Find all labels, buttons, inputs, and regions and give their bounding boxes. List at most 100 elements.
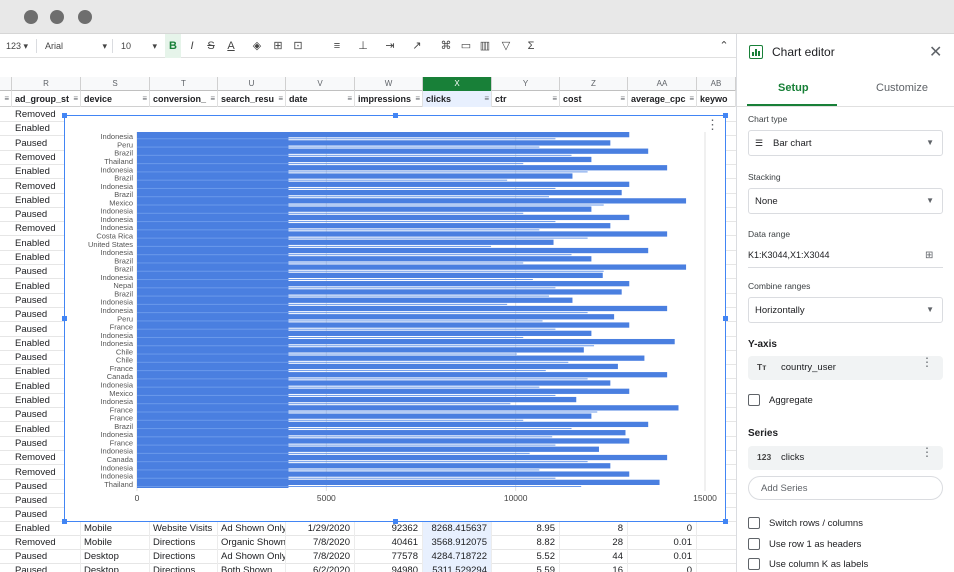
cell-status[interactable]: Paused: [12, 550, 81, 564]
bar[interactable]: [137, 181, 630, 187]
collapse-toolbar-icon[interactable]: ⌃: [716, 34, 732, 58]
filter-icon[interactable]: ▽: [498, 34, 514, 58]
cell-status[interactable]: Removed: [12, 222, 64, 236]
filter-icon[interactable]: ≡: [278, 91, 283, 107]
cell-cost[interactable]: 16: [560, 564, 628, 572]
bar[interactable]: [137, 297, 573, 303]
column-letter-t[interactable]: T: [150, 77, 218, 91]
cell-average-cpc[interactable]: 0.01: [628, 536, 697, 550]
cell-status[interactable]: Paused: [12, 564, 81, 572]
y-axis-chip[interactable]: Tт country_user ⋮: [748, 356, 943, 380]
filter-icon[interactable]: ≡: [689, 91, 694, 107]
cell-average-cpc[interactable]: 0: [628, 522, 697, 536]
header-clicks[interactable]: clicks ≡: [423, 91, 492, 107]
cell-conversion[interactable]: Directions: [150, 550, 218, 564]
bar[interactable]: [137, 281, 630, 287]
cell-device[interactable]: Mobile: [81, 522, 150, 536]
cell-conversion[interactable]: Website Visits: [150, 522, 218, 536]
bar[interactable]: [137, 231, 668, 237]
cell-device[interactable]: Mobile: [81, 536, 150, 550]
bar[interactable]: [137, 247, 649, 254]
cell-cost[interactable]: 8: [560, 522, 628, 536]
close-icon[interactable]: ✕: [929, 42, 942, 62]
more-vert-icon[interactable]: ⋮: [921, 356, 933, 368]
stacking-select[interactable]: None ▼: [748, 188, 943, 214]
bar[interactable]: [137, 438, 630, 444]
bold-icon[interactable]: B: [165, 34, 181, 58]
corner-cell[interactable]: [0, 77, 12, 91]
resize-handle[interactable]: [723, 113, 728, 118]
bar[interactable]: [137, 330, 592, 336]
cell-status[interactable]: Enabled: [12, 423, 64, 437]
cell-status[interactable]: Enabled: [12, 394, 64, 408]
bar[interactable]: [137, 173, 573, 179]
cell-status[interactable]: Paused: [12, 294, 64, 308]
header-cost[interactable]: cost ≡: [560, 91, 628, 107]
column-letter-aa[interactable]: AA: [628, 77, 697, 91]
cell-impressions[interactable]: 40461: [355, 536, 423, 550]
cell-status[interactable]: Paused: [12, 494, 64, 508]
bar[interactable]: [137, 479, 660, 485]
bar[interactable]: [137, 446, 599, 452]
text-rotation-icon[interactable]: ↗: [409, 34, 425, 58]
bar[interactable]: [137, 338, 675, 345]
bar[interactable]: [137, 372, 668, 378]
strikethrough-icon[interactable]: S: [203, 34, 219, 58]
text-wrap-icon[interactable]: ⇥: [382, 34, 398, 58]
bar[interactable]: [137, 198, 687, 204]
bar[interactable]: [137, 396, 577, 403]
cell-average-cpc[interactable]: 0: [628, 564, 697, 572]
cell-status[interactable]: Paused: [12, 508, 64, 522]
bar[interactable]: [137, 256, 592, 262]
filter-icon[interactable]: ≡: [142, 91, 147, 107]
window-zoom-dot[interactable]: [78, 10, 92, 24]
cell-status[interactable]: Paused: [12, 351, 64, 365]
header-date[interactable]: date ≡: [286, 91, 355, 107]
cell-average-cpc[interactable]: 0.01: [628, 550, 697, 564]
cell-ctr[interactable]: 5.59: [492, 564, 560, 572]
cell-ctr[interactable]: 8.82: [492, 536, 560, 550]
header-average-cpc[interactable]: average_cpc ≡: [628, 91, 697, 107]
cell-status[interactable]: Enabled: [12, 237, 64, 251]
cell-date[interactable]: 7/8/2020: [286, 550, 355, 564]
cell-status[interactable]: Paused: [12, 480, 64, 494]
bar[interactable]: [137, 148, 649, 154]
more-vert-icon[interactable]: ⋮: [921, 446, 933, 458]
tab-setup[interactable]: Setup: [778, 82, 809, 94]
cell-impressions[interactable]: 94980: [355, 564, 423, 572]
tab-customize[interactable]: Customize: [876, 82, 928, 94]
cell-device[interactable]: Desktop: [81, 550, 150, 564]
resize-handle[interactable]: [62, 113, 67, 118]
cell-clicks[interactable]: 4284.718722: [423, 550, 492, 564]
select-range-grid-icon[interactable]: ⊞: [925, 250, 933, 261]
italic-icon[interactable]: I: [184, 34, 200, 58]
bar[interactable]: [137, 272, 603, 279]
header-conversion[interactable]: conversion_ ≡: [150, 91, 218, 107]
resize-handle[interactable]: [723, 316, 728, 321]
combine-ranges-select[interactable]: Horizontally ▼: [748, 297, 943, 323]
cell-status[interactable]: Paused: [12, 323, 64, 337]
bar[interactable]: [137, 314, 615, 320]
filter-icon[interactable]: ≡: [415, 91, 420, 107]
cell-status[interactable]: Paused: [12, 265, 64, 279]
resize-handle[interactable]: [723, 519, 728, 524]
filter-icon[interactable]: ≡: [552, 91, 557, 107]
bar[interactable]: [137, 322, 630, 328]
number-format-button[interactable]: 123 ▾: [6, 34, 28, 58]
cell-status[interactable]: Enabled: [12, 251, 64, 265]
header-ctr[interactable]: ctr ≡: [492, 91, 560, 107]
functions-icon[interactable]: Σ: [523, 34, 539, 58]
cell-conversion[interactable]: Directions: [150, 536, 218, 550]
header-search-result[interactable]: search_resu ≡: [218, 91, 286, 107]
header-impressions[interactable]: impressions ≡: [355, 91, 423, 107]
insert-chart-icon[interactable]: ▥: [477, 34, 493, 58]
cell-device[interactable]: Desktop: [81, 564, 150, 572]
aggregate-checkbox[interactable]: [748, 394, 760, 406]
insert-comment-icon[interactable]: ▭: [458, 34, 474, 58]
cell-status[interactable]: Removed: [12, 180, 64, 194]
bar[interactable]: [137, 380, 611, 386]
column-letter-w[interactable]: W: [355, 77, 423, 91]
cell-search-result[interactable]: Ad Shown Only: [218, 522, 286, 536]
column-letter-u[interactable]: U: [218, 77, 286, 91]
bar[interactable]: [137, 223, 611, 229]
